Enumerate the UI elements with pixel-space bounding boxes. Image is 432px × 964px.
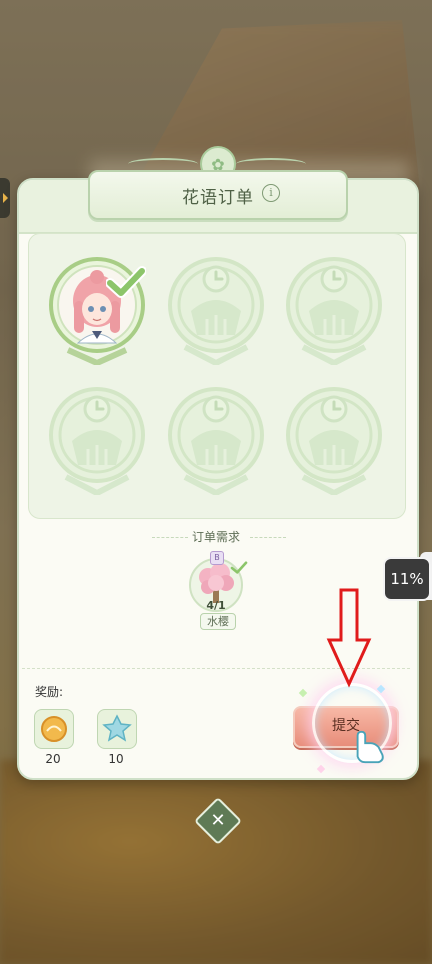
checkmark-icon: [106, 266, 146, 298]
info-icon[interactable]: i: [262, 184, 280, 202]
reward-exp-amount: 10: [108, 752, 124, 766]
order-slot-4: [48, 385, 146, 497]
reward-coin[interactable]: [34, 709, 74, 749]
exp-star-icon: [102, 714, 132, 742]
rewards-label: 奖励:: [35, 685, 64, 699]
requirement-name: 水樱: [200, 613, 236, 630]
side-drawer-tab[interactable]: [0, 178, 10, 218]
locked-slot-emblem: [49, 387, 145, 497]
reward-exp[interactable]: [97, 709, 137, 749]
title-plaque: 花语订单 i: [88, 170, 348, 220]
dialog-title: 花语订单: [182, 188, 254, 208]
locked-slot-emblem: [168, 387, 264, 497]
checkmark-icon: [230, 561, 248, 574]
title-vine-left: [128, 158, 198, 170]
requirements-label: 订单需求: [191, 530, 240, 544]
order-slot-3: [285, 255, 383, 367]
reward-coin-amount: 20: [45, 752, 61, 766]
order-slot-5: [167, 385, 265, 497]
guide-arrow-icon: [326, 588, 372, 688]
gold-coin-icon: [41, 716, 67, 742]
grade-badge: B: [210, 551, 224, 565]
order-slot-2: [167, 255, 265, 367]
requirement-count: 4/1: [206, 599, 226, 612]
close-icon: ✕: [210, 810, 226, 831]
order-slot-6: [285, 385, 383, 497]
locked-slot-emblem: [286, 387, 382, 497]
locked-slot-emblem: [286, 257, 382, 367]
locked-slot-emblem: [168, 257, 264, 367]
title-vine-right: [236, 158, 306, 170]
pointing-hand-icon: [356, 730, 384, 764]
order-slot-1[interactable]: [48, 255, 146, 367]
progress-badge: 11%: [383, 557, 431, 601]
